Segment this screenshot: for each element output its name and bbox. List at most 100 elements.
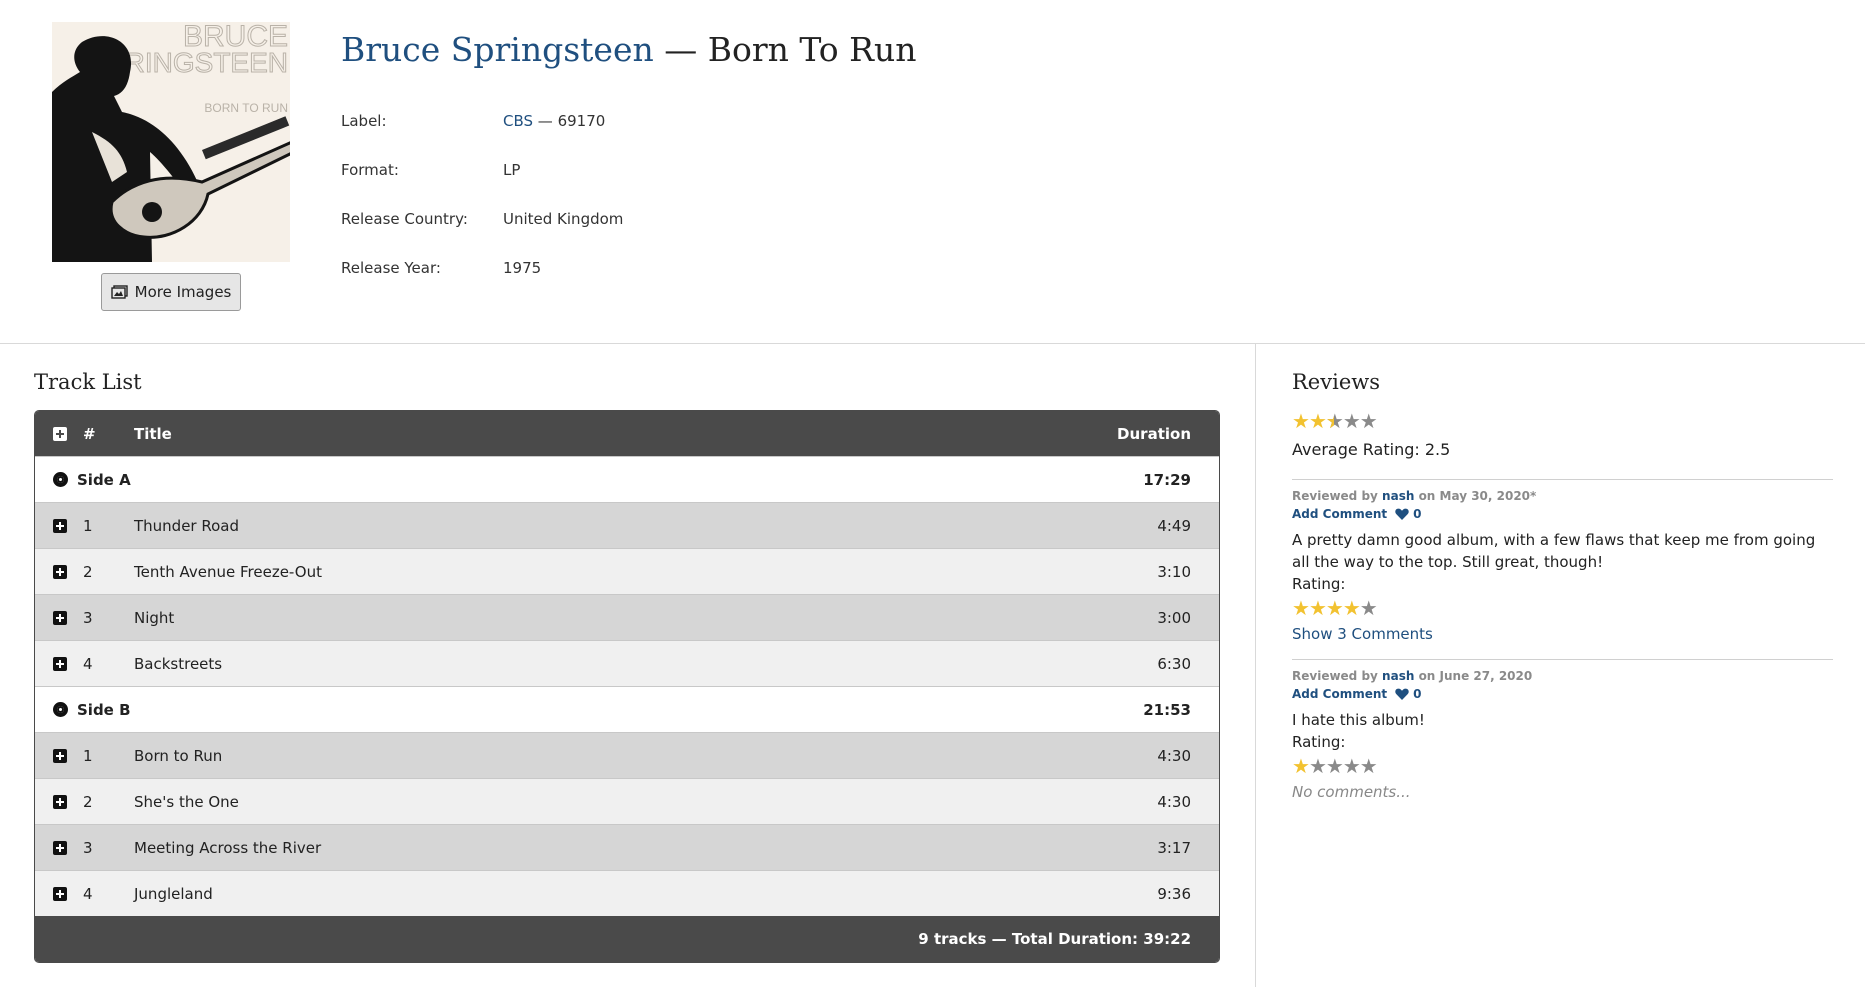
track-duration: 3:10 [1157,562,1191,581]
album-cover-art: BRUCE SPRINGSTEEN BORN TO RUN [52,22,290,262]
track-row[interactable]: 4 Backstreets 6:30 [35,640,1219,686]
review-date: on June 27, 2020 [1418,669,1533,683]
track-duration: 6:30 [1157,654,1191,673]
vinyl-disc-icon [52,472,68,487]
track-row[interactable]: 2 Tenth Avenue Freeze-Out 3:10 [35,548,1219,594]
review-byline: Reviewed by nash on June 27, 2020 [1292,669,1833,683]
no-comments-label: No comments... [1292,783,1411,801]
track-row[interactable]: 1 Born to Run 4:30 [35,732,1219,778]
images-icon [110,285,128,299]
album-name: Born To Run [707,30,917,69]
average-rating-label: Average Rating: 2.5 [1292,440,1451,459]
country-value: United Kingdom [503,210,624,228]
star-icon: ★ [1325,754,1344,778]
track-duration: 4:30 [1157,792,1191,811]
reviewed-by-label: Reviewed by [1292,669,1378,683]
track-duration: 3:17 [1157,838,1191,857]
expand-track-icon[interactable] [53,748,67,763]
star-icon: ★ [1292,409,1310,433]
add-comment-link[interactable]: Add Comment [1292,507,1387,521]
star-icon: ★ [1292,754,1310,778]
track-number: 2 [83,562,93,581]
tracklist-header: # Title Duration [35,411,1219,456]
review-date: on May 30, 2020* [1418,489,1537,503]
track-number: 3 [83,838,93,857]
artist-link[interactable]: Bruce Springsteen [341,30,654,69]
expand-track-icon[interactable] [53,794,67,809]
expand-track-icon[interactable] [53,656,67,671]
track-row[interactable]: 2 She's the One 4:30 [35,778,1219,824]
header-duration: Duration [1117,424,1191,443]
track-duration: 3:00 [1157,608,1191,627]
track-number: 4 [83,884,93,903]
track-duration: 4:30 [1157,746,1191,765]
year-label: Release Year: [341,259,441,277]
review-actions: Add Comment 0 [1292,507,1833,521]
average-rating-stars: ★ ★ ★ ★ ★ [1292,410,1833,432]
more-images-button[interactable]: More Images [101,273,241,311]
like-count: 0 [1413,687,1422,701]
star-icon: ★ [1308,596,1327,620]
review-item: Reviewed by nash on May 30, 2020* Add Com… [1292,479,1833,643]
label-link[interactable]: CBS [503,112,533,130]
star-icon: ★ [1325,596,1344,620]
star-icon: ★ [1359,754,1378,778]
star-icon: ★ [1292,596,1310,620]
side-name: Side A [77,470,131,489]
track-row[interactable]: 1 Thunder Road 4:49 [35,502,1219,548]
format-value: LP [503,161,521,179]
review-text: I hate this album! [1292,711,1425,729]
star-icon: ★ [1359,596,1378,620]
reviewer-link[interactable]: nash [1382,669,1414,683]
meta-row-format: Format: LP [341,161,623,210]
side-duration: 17:29 [1143,470,1191,489]
heart-icon [1395,508,1409,520]
like-button[interactable]: 0 [1395,687,1421,701]
side-duration: 21:53 [1143,700,1191,719]
tracklist-title: Track List [34,370,142,394]
label-label: Label: [341,112,387,130]
star-icon: ★ [1342,754,1361,778]
label-separator: — [533,112,558,130]
expand-all-icon[interactable] [53,426,67,441]
vinyl-disc-icon [52,702,68,717]
tracklist-body: Side A 17:29 1 Thunder Road 4:49 2 Tenth Avenu… [35,456,1219,916]
catalog-number: 69170 [557,112,606,130]
track-title: Meeting Across the River [134,838,322,857]
tracklist-table: # Title Duration Side A 17:29 1 Thunder Roa… [34,410,1220,963]
side-row: Side B 21:53 [35,686,1219,732]
album-title: Bruce Springsteen — Born To Run [341,30,917,69]
review-rating-stars: ★ ★ ★ ★ ★ [1292,597,1833,619]
reviews-panel: ★★★★★ Average Rating: 2.5 Reviewed by na… [1292,410,1833,801]
like-count: 0 [1413,507,1422,521]
album-meta: Label: CBS — 69170 Format: LP Release Co… [341,112,623,308]
expand-track-icon[interactable] [53,564,67,579]
track-row[interactable]: 4 Jungleland 9:36 [35,870,1219,916]
track-number: 4 [83,654,93,673]
reviewer-link[interactable]: nash [1382,489,1414,503]
track-title: Thunder Road [134,516,240,535]
expand-track-icon[interactable] [53,840,67,855]
review-rating-label: Rating: [1292,733,1346,751]
expand-track-icon[interactable] [53,518,67,533]
track-row[interactable]: 3 Meeting Across the River 3:17 [35,824,1219,870]
track-row[interactable]: 3 Night 3:00 [35,594,1219,640]
show-comments-link[interactable]: Show 3 Comments [1292,625,1833,643]
like-button[interactable]: 0 [1395,507,1421,521]
star-icon: ★ [1326,410,1344,432]
review-text: A pretty damn good album, with a few fla… [1292,531,1816,571]
album-header: BRUCE SPRINGSTEEN BORN TO RUN More Image… [0,0,1865,344]
track-duration: 9:36 [1157,884,1191,903]
album-cover[interactable]: BRUCE SPRINGSTEEN BORN TO RUN [52,22,290,262]
track-number: 2 [83,792,93,811]
expand-track-icon[interactable] [53,886,67,901]
track-title: Night [134,608,175,627]
expand-track-icon[interactable] [53,610,67,625]
reviewed-by-label: Reviewed by [1292,489,1378,503]
star-icon: ★ [1359,409,1378,433]
add-comment-link[interactable]: Add Comment [1292,687,1387,701]
star-icon: ★ [1308,754,1327,778]
review-rating-label: Rating: [1292,575,1346,593]
track-title: She's the One [134,792,239,811]
title-separator: — [653,30,708,69]
